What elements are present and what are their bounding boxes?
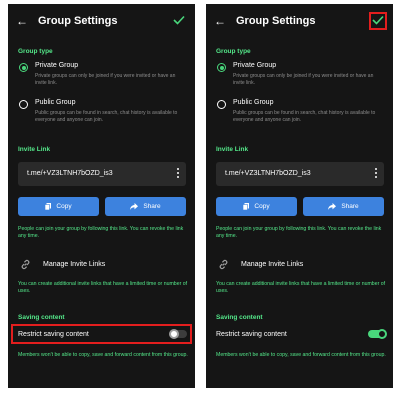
private-group-radio[interactable] [19,63,28,72]
restrict-saving-toggle[interactable] [368,329,387,339]
share-link-button[interactable]: Share [303,197,384,216]
public-group-description: Public groups can be found in search, ch… [35,110,178,123]
save-checkmark-icon[interactable] [173,15,187,27]
toggle-knob [377,329,387,339]
public-group-title: Public Group [233,99,274,106]
group-type-header: Group type [18,48,53,55]
top-app-bar: ← Group Settings [8,4,195,38]
share-label: Share [341,203,359,210]
public-group-radio[interactable] [19,100,28,109]
join-link-note: People can join your group by following … [18,226,184,239]
private-group-description: Private groups can only be joined if you… [233,73,374,86]
page-title: Group Settings [38,15,118,27]
copy-link-button[interactable]: Copy [18,197,99,216]
invite-link-field[interactable]: t.me/+VZ3LTNH7bOZD_is3 [216,162,384,186]
manage-links-note: You can create additional invite links t… [18,281,188,294]
page-title: Group Settings [236,15,316,27]
back-arrow-icon[interactable]: ← [16,15,28,27]
more-options-icon[interactable] [375,168,378,180]
copy-link-button[interactable]: Copy [216,197,297,216]
link-icon [219,259,228,270]
members-restriction-note: Members won't be able to copy, save and … [18,352,188,358]
manage-invite-links[interactable]: Manage Invite Links [43,261,105,268]
share-link-button[interactable]: Share [105,197,186,216]
share-arrow-icon [328,202,337,210]
public-group-description: Public groups can be found in search, ch… [233,110,376,123]
group-type-header: Group type [216,48,251,55]
saving-content-header: Saving content [18,314,65,321]
private-group-description: Private groups can only be joined if you… [35,73,176,86]
private-group-radio[interactable] [217,63,226,72]
checkmark-icon [372,15,384,25]
restrict-saving-content-label: Restrict saving content [216,331,287,338]
saving-content-header: Saving content [216,314,263,321]
more-options-icon[interactable] [177,168,180,180]
restrict-saving-toggle[interactable] [169,329,187,339]
share-label: Share [143,203,161,210]
share-arrow-icon [130,202,139,210]
invite-link-header: Invite Link [216,146,249,153]
invite-link-field[interactable]: t.me/+VZ3LTNH7bOZD_is3 [18,162,186,186]
private-group-title: Private Group [233,62,277,69]
invite-link-header: Invite Link [18,146,51,153]
restrict-saving-content-label: Restrict saving content [18,331,89,338]
copy-icon [45,202,52,210]
link-icon [21,259,30,270]
back-arrow-icon[interactable]: ← [214,15,226,27]
copy-label: Copy [56,203,72,210]
members-restriction-note: Members won't be able to copy, save and … [216,352,386,358]
public-group-title: Public Group [35,99,76,106]
screen-after: ← Group Settings Group type Private Grou… [206,4,393,388]
toggle-knob [169,329,179,339]
copy-icon [243,202,250,210]
screen-before: ← Group Settings Group type Private Grou… [8,4,195,388]
invite-link-value: t.me/+VZ3LTNH7bOZD_is3 [27,170,113,177]
save-checkmark-button[interactable] [369,12,387,30]
invite-link-value: t.me/+VZ3LTNH7bOZD_is3 [225,170,311,177]
private-group-title: Private Group [35,62,79,69]
public-group-radio[interactable] [217,100,226,109]
manage-links-note: You can create additional invite links t… [216,281,386,294]
join-link-note: People can join your group by following … [216,226,382,239]
manage-invite-links[interactable]: Manage Invite Links [241,261,303,268]
copy-label: Copy [254,203,270,210]
top-app-bar: ← Group Settings [206,4,393,38]
